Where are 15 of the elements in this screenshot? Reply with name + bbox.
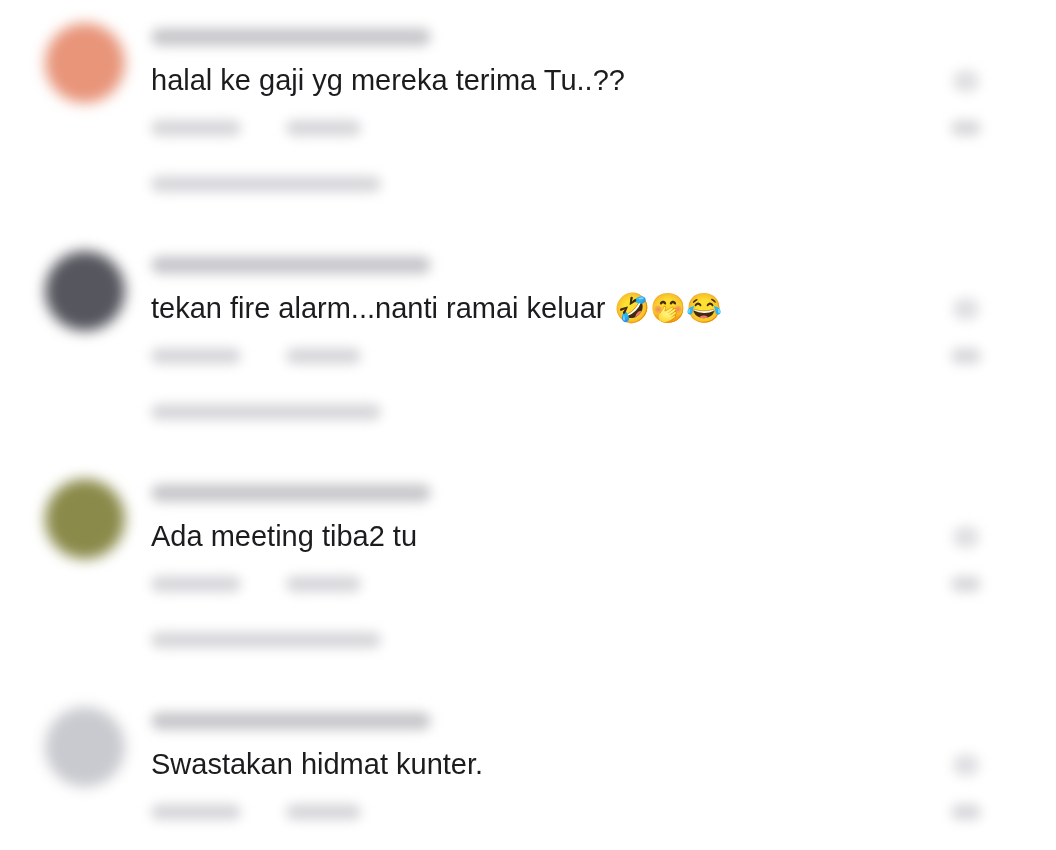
blurred-view-replies[interactable] [151,632,381,648]
blurred-like-icon[interactable] [953,526,979,548]
blurred-like-count [951,804,981,820]
blurred-like-icon[interactable] [953,754,979,776]
blurred-like-count [951,576,981,592]
blurred-view-replies[interactable] [151,176,381,192]
comment-text: Swastakan hidmat kunter. [151,747,485,782]
blurred-view-replies[interactable] [151,404,381,420]
comment-text: tekan fire alarm...nanti ramai keluar 🤣🤭😂 [151,291,723,326]
comment-text: halal ke gaji yg mereka terima Tu..?? [151,63,626,98]
blurred-like-icon[interactable] [953,70,979,92]
blurred-like-count [951,348,981,364]
blurred-like-icon[interactable] [953,298,979,320]
blurred-like-count [951,120,981,136]
comment-text: Ada meeting tiba2 tu [151,519,418,554]
